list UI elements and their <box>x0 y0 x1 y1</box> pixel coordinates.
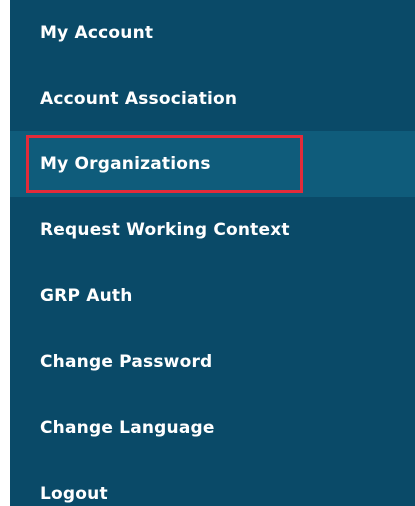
menu-item-account-association[interactable]: Account Association <box>10 66 415 131</box>
menu-item-label: Change Language <box>40 418 215 438</box>
menu-item-my-organizations[interactable]: My Organizations <box>10 131 415 197</box>
menu-item-label: Change Password <box>40 352 213 372</box>
menu-item-label: My Organizations <box>40 154 211 174</box>
menu-item-my-account[interactable]: My Account <box>10 0 415 66</box>
menu-item-label: Logout <box>40 484 108 504</box>
screenshot-frame: My Account Account Association My Organi… <box>0 0 415 506</box>
account-menu: My Account Account Association My Organi… <box>10 0 415 506</box>
menu-item-label: My Account <box>40 23 154 43</box>
menu-item-logout[interactable]: Logout <box>10 461 415 506</box>
menu-item-grp-auth[interactable]: GRP Auth <box>10 263 415 329</box>
menu-item-label: GRP Auth <box>40 286 133 306</box>
menu-item-change-password[interactable]: Change Password <box>10 329 415 395</box>
menu-item-label: Request Working Context <box>40 220 290 240</box>
menu-item-change-language[interactable]: Change Language <box>10 395 415 461</box>
menu-item-request-working-context[interactable]: Request Working Context <box>10 197 415 263</box>
menu-item-label: Account Association <box>40 88 238 109</box>
